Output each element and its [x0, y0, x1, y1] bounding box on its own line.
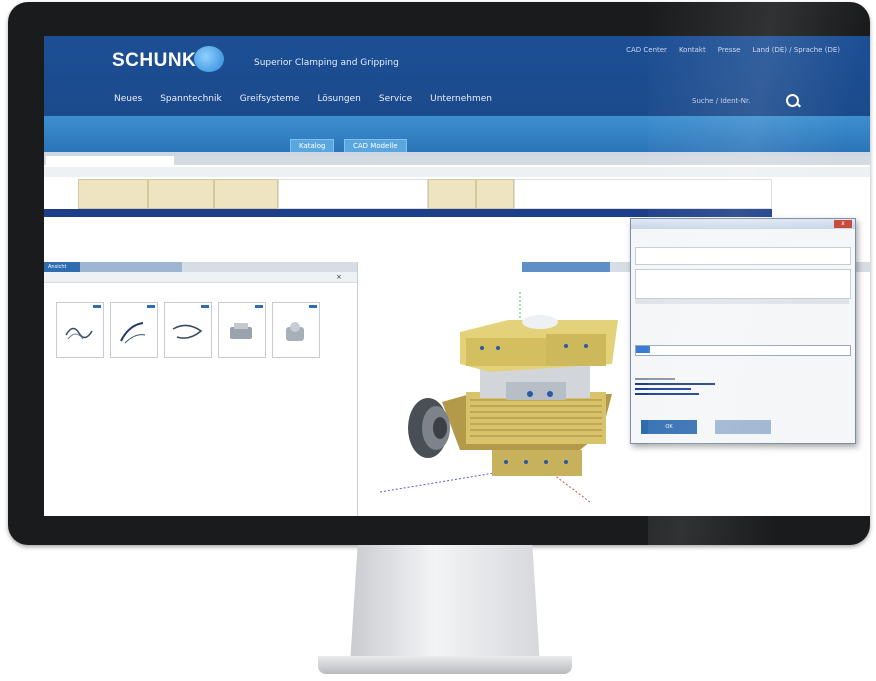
gripper-3d-model[interactable]: [380, 282, 630, 512]
monitor-bezel: SCHUNK Superior Clamping and Gripping CA…: [8, 2, 870, 545]
dialog-title: [631, 219, 855, 229]
left-pane-toolbar: [44, 272, 357, 283]
document-tab[interactable]: [46, 156, 174, 165]
top-link[interactable]: Kontakt: [679, 46, 706, 54]
left-pane: [44, 262, 358, 516]
monitor-stand: [350, 545, 540, 665]
main-nav: Neues Spanntechnik Greifsysteme Lösungen…: [114, 94, 492, 104]
nav-item[interactable]: Greifsysteme: [240, 94, 300, 104]
product-card[interactable]: [56, 302, 104, 358]
hero-band: [44, 116, 870, 152]
product-card[interactable]: [164, 302, 212, 358]
top-link[interactable]: Land (DE) / Sprache (DE): [752, 46, 840, 54]
close-button[interactable]: x: [834, 220, 852, 228]
cable-image: [120, 322, 146, 344]
cad-models-button[interactable]: CAD Modelle: [344, 139, 407, 153]
schunk-logo[interactable]: SCHUNK: [112, 50, 196, 72]
tab[interactable]: [144, 262, 182, 272]
nav-item[interactable]: Unternehmen: [430, 94, 492, 104]
screen: SCHUNK Superior Clamping and Gripping CA…: [44, 36, 870, 516]
sub-tabs[interactable]: [44, 167, 870, 177]
tagline: Superior Clamping and Gripping: [254, 58, 399, 68]
input-selection: [636, 346, 650, 353]
product-card[interactable]: [110, 302, 158, 358]
monitor-stand-base: [318, 656, 572, 674]
close-icon[interactable]: ×: [336, 273, 342, 281]
column-header[interactable]: [78, 179, 148, 209]
card-flag: [201, 305, 209, 308]
gripper-image: [286, 322, 304, 341]
catalog-button[interactable]: Katalog: [290, 139, 335, 153]
card-flag: [147, 305, 155, 308]
cable-image: [65, 327, 93, 340]
info-box: [635, 247, 851, 265]
card-flag: [255, 305, 263, 308]
column-header[interactable]: [428, 179, 476, 209]
search-icon[interactable]: [786, 94, 799, 107]
nav-item[interactable]: Service: [379, 94, 412, 104]
column-header[interactable]: [476, 179, 514, 209]
horizontal-scrollbar[interactable]: [635, 299, 849, 304]
top-link[interactable]: CAD Center: [626, 46, 667, 54]
nav-item[interactable]: Lösungen: [317, 94, 360, 104]
dialog-title-text: [631, 221, 641, 227]
tab[interactable]: [522, 262, 610, 272]
parameter-dialog: x OK: [630, 218, 856, 444]
top-link[interactable]: Presse: [718, 46, 741, 54]
table-header: [44, 179, 772, 209]
value-field[interactable]: [635, 345, 851, 356]
search-input[interactable]: Suche / Ident-Nr.: [692, 94, 776, 108]
ok-button[interactable]: OK: [641, 420, 697, 434]
tab-view[interactable]: Ansicht: [44, 262, 84, 272]
column-header[interactable]: [514, 179, 772, 209]
logo-mark-icon: [194, 46, 224, 72]
top-links: CAD Center Kontakt Presse Land (DE) / Sp…: [626, 46, 840, 54]
info-lines: [635, 375, 715, 399]
options-list[interactable]: [635, 269, 851, 299]
gripper-image: [230, 323, 252, 339]
card-flag: [309, 305, 317, 308]
table-row-selected[interactable]: [44, 209, 772, 217]
tab[interactable]: [80, 262, 148, 272]
card-flag: [93, 305, 101, 308]
tab-model[interactable]: [358, 262, 526, 272]
column-header[interactable]: [148, 179, 214, 209]
nav-item[interactable]: Spanntechnik: [160, 94, 221, 104]
nav-item[interactable]: Neues: [114, 94, 142, 104]
column-header[interactable]: [214, 179, 278, 209]
product-card[interactable]: [272, 302, 320, 358]
product-card[interactable]: [218, 302, 266, 358]
cancel-button[interactable]: [715, 420, 771, 434]
column-header[interactable]: [278, 179, 428, 209]
cable-image: [172, 324, 203, 339]
